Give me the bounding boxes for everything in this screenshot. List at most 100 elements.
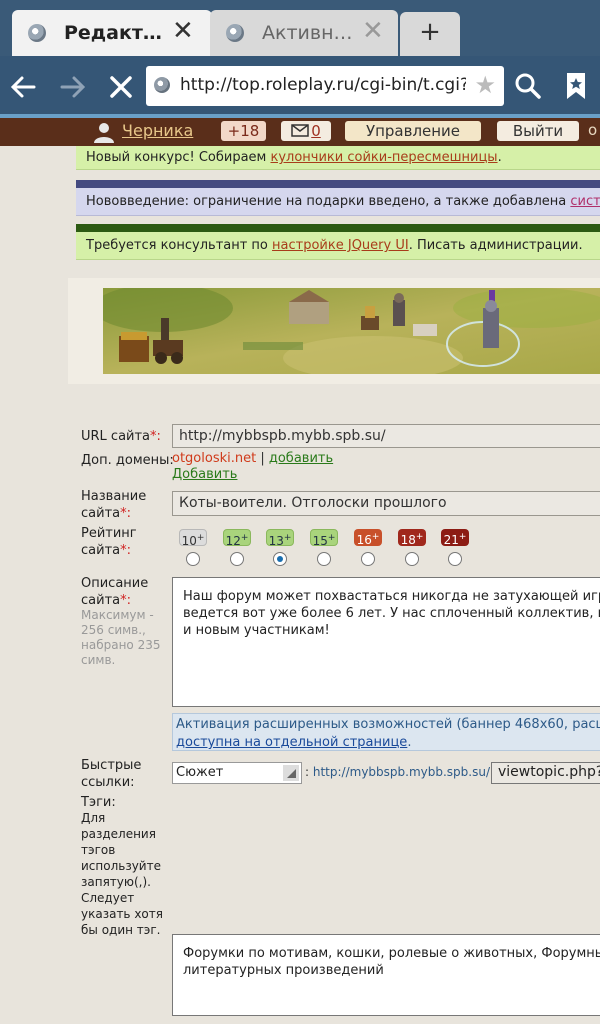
globe-icon	[226, 24, 244, 42]
tab-active-list[interactable]: Активн… ✕	[210, 10, 398, 56]
site-description-textarea[interactable]: Наш форум может похвастаться никогда не …	[172, 577, 600, 707]
rating-badge-10: 10+	[179, 529, 207, 548]
envelope-icon	[291, 124, 309, 137]
label-text: сайта	[81, 506, 121, 521]
new-tab-button[interactable]: +	[400, 12, 460, 56]
rating-radio-18[interactable]	[405, 552, 419, 566]
tags-textarea[interactable]: Форумки по мотивам, кошки, ролевые о жив…	[172, 934, 600, 1016]
tab-title: Редакт…	[64, 22, 162, 44]
note-line: тэгов	[81, 843, 116, 857]
rating-plus: +	[196, 533, 205, 543]
search-icon[interactable]	[512, 70, 544, 102]
required-mark: *:	[150, 429, 161, 444]
note-line: разделения	[81, 827, 156, 841]
rating-plus: +	[283, 533, 292, 543]
logout-button[interactable]: Выйти	[497, 121, 579, 141]
required-mark: *:	[120, 506, 131, 521]
username-link[interactable]: Черника	[122, 121, 193, 140]
rating-value: 15	[312, 534, 328, 548]
label-text: URL сайта	[81, 429, 151, 444]
description-limit-note: Максимум - 256 симв., набрано 235 симв.	[81, 608, 160, 668]
rating-value: 12	[225, 534, 241, 548]
userbar-trailing-text: о	[588, 121, 598, 139]
bookmarks-icon[interactable]	[562, 70, 590, 102]
notice-divider	[76, 180, 600, 188]
notice-text: .	[497, 150, 502, 165]
rating-badge-18: 18+	[398, 529, 426, 547]
required-mark: *:	[120, 543, 131, 558]
rating-value: 18	[400, 533, 416, 547]
rating-plus: +	[240, 533, 249, 543]
rating-plus: +	[415, 532, 424, 542]
rating-radio-10[interactable]	[186, 552, 200, 566]
forward-icon[interactable]	[56, 70, 90, 104]
select-value: Сюжет	[176, 765, 224, 780]
rating-badge-13: 13+	[266, 529, 294, 548]
back-icon[interactable]	[6, 70, 40, 104]
quick-link-path-input[interactable]: viewtopic.php?	[491, 762, 600, 784]
notice-text: Активация расширенных возможностей (банн…	[176, 717, 600, 732]
dropdown-arrow-icon	[283, 765, 299, 781]
notice-text: Требуется консультант по	[86, 238, 273, 253]
quick-links-label: Быстрые ссылки:	[81, 757, 141, 791]
site-name-label: Название сайта*:	[81, 488, 146, 522]
notice-link[interactable]: кулончики сойки-пересмешницы	[270, 150, 497, 165]
notice-link[interactable]: настройке JQuery UI	[272, 238, 409, 253]
note-line: используйте	[81, 859, 161, 873]
mail-button[interactable]: 0	[281, 121, 331, 141]
stop-icon[interactable]	[104, 70, 138, 104]
rating-radio-21[interactable]	[448, 552, 462, 566]
notice-text: Новый конкурс! Собираем	[86, 150, 271, 165]
label-text: сайта	[81, 593, 121, 608]
label-text: Быстрые	[81, 758, 142, 773]
separator: :	[305, 765, 310, 779]
rating-value: 13	[268, 534, 284, 548]
game-banner-image[interactable]	[103, 288, 600, 374]
rating-radio-13[interactable]	[273, 552, 287, 566]
address-bar[interactable]: http://top.roleplay.ru/cgi-bin/t.cgi?a ★	[146, 66, 504, 106]
domains-row: otgoloski.net | добавить	[172, 451, 333, 466]
domain-link[interactable]: otgoloski.net	[172, 451, 256, 466]
globe-icon	[28, 24, 46, 42]
activation-link[interactable]: доступна на отдельной странице	[176, 735, 407, 750]
site-description-label: Описание сайта*:	[81, 575, 148, 609]
note-line: Максимум -	[81, 608, 154, 622]
site-name-input[interactable]: Коты-воители. Отголоски прошлого	[172, 491, 600, 516]
tab-editor[interactable]: Редакт… ✕	[12, 10, 212, 56]
text-line: ведется вот уже более 6 лет. У нас сплоч…	[183, 606, 600, 621]
notice-text: .	[407, 735, 412, 750]
rating-value: 16	[356, 533, 372, 547]
star-icon[interactable]: ★	[474, 71, 496, 99]
notice-contest: Новый конкурс! Собираем кулончики сойки-…	[76, 146, 600, 170]
rating-badge[interactable]: +18	[221, 121, 266, 141]
required-mark: *:	[120, 593, 131, 608]
rating-radio-16[interactable]	[361, 552, 375, 566]
text-line: и новым участникам!	[183, 623, 330, 638]
manage-button[interactable]: Управление	[345, 121, 481, 141]
notice-text: Нововведение: ограничение на подарки вве…	[86, 194, 571, 209]
url-text: http://top.roleplay.ru/cgi-bin/t.cgi?a	[180, 75, 466, 95]
close-tab-icon[interactable]: ✕	[362, 18, 384, 44]
tags-note: Для разделения тэгов используйте запятую…	[81, 810, 163, 938]
text-line: литературных произведений	[183, 963, 384, 978]
note-line: бы один тэг.	[81, 923, 161, 937]
rating-badge-15: 15+	[310, 529, 338, 548]
quick-link-select[interactable]: Сюжет	[172, 762, 302, 784]
note-line: запятую(,).	[81, 875, 151, 889]
add-link[interactable]: Добавить	[172, 467, 237, 482]
close-tab-icon[interactable]: ✕	[172, 18, 194, 44]
globe-icon	[154, 77, 170, 93]
note-line: 256 симв.,	[81, 623, 146, 637]
url-label: URL сайта*:	[81, 428, 161, 445]
mail-count: 0	[311, 122, 321, 140]
notice-link[interactable]: система об	[570, 194, 600, 209]
site-url-input[interactable]: http://mybbspb.mybb.spb.su/	[172, 424, 600, 448]
add-domain-link[interactable]: добавить	[269, 451, 333, 466]
rating-value: 21	[443, 533, 459, 547]
rating-radio-15[interactable]	[317, 552, 331, 566]
rating-badge-21: 21+	[441, 529, 469, 547]
notice-text: . Писать администрации.	[408, 238, 583, 253]
note-line: симв.	[81, 653, 116, 667]
rating-radio-12[interactable]	[230, 552, 244, 566]
extended-features-notice: Активация расширенных возможностей (банн…	[172, 713, 600, 751]
